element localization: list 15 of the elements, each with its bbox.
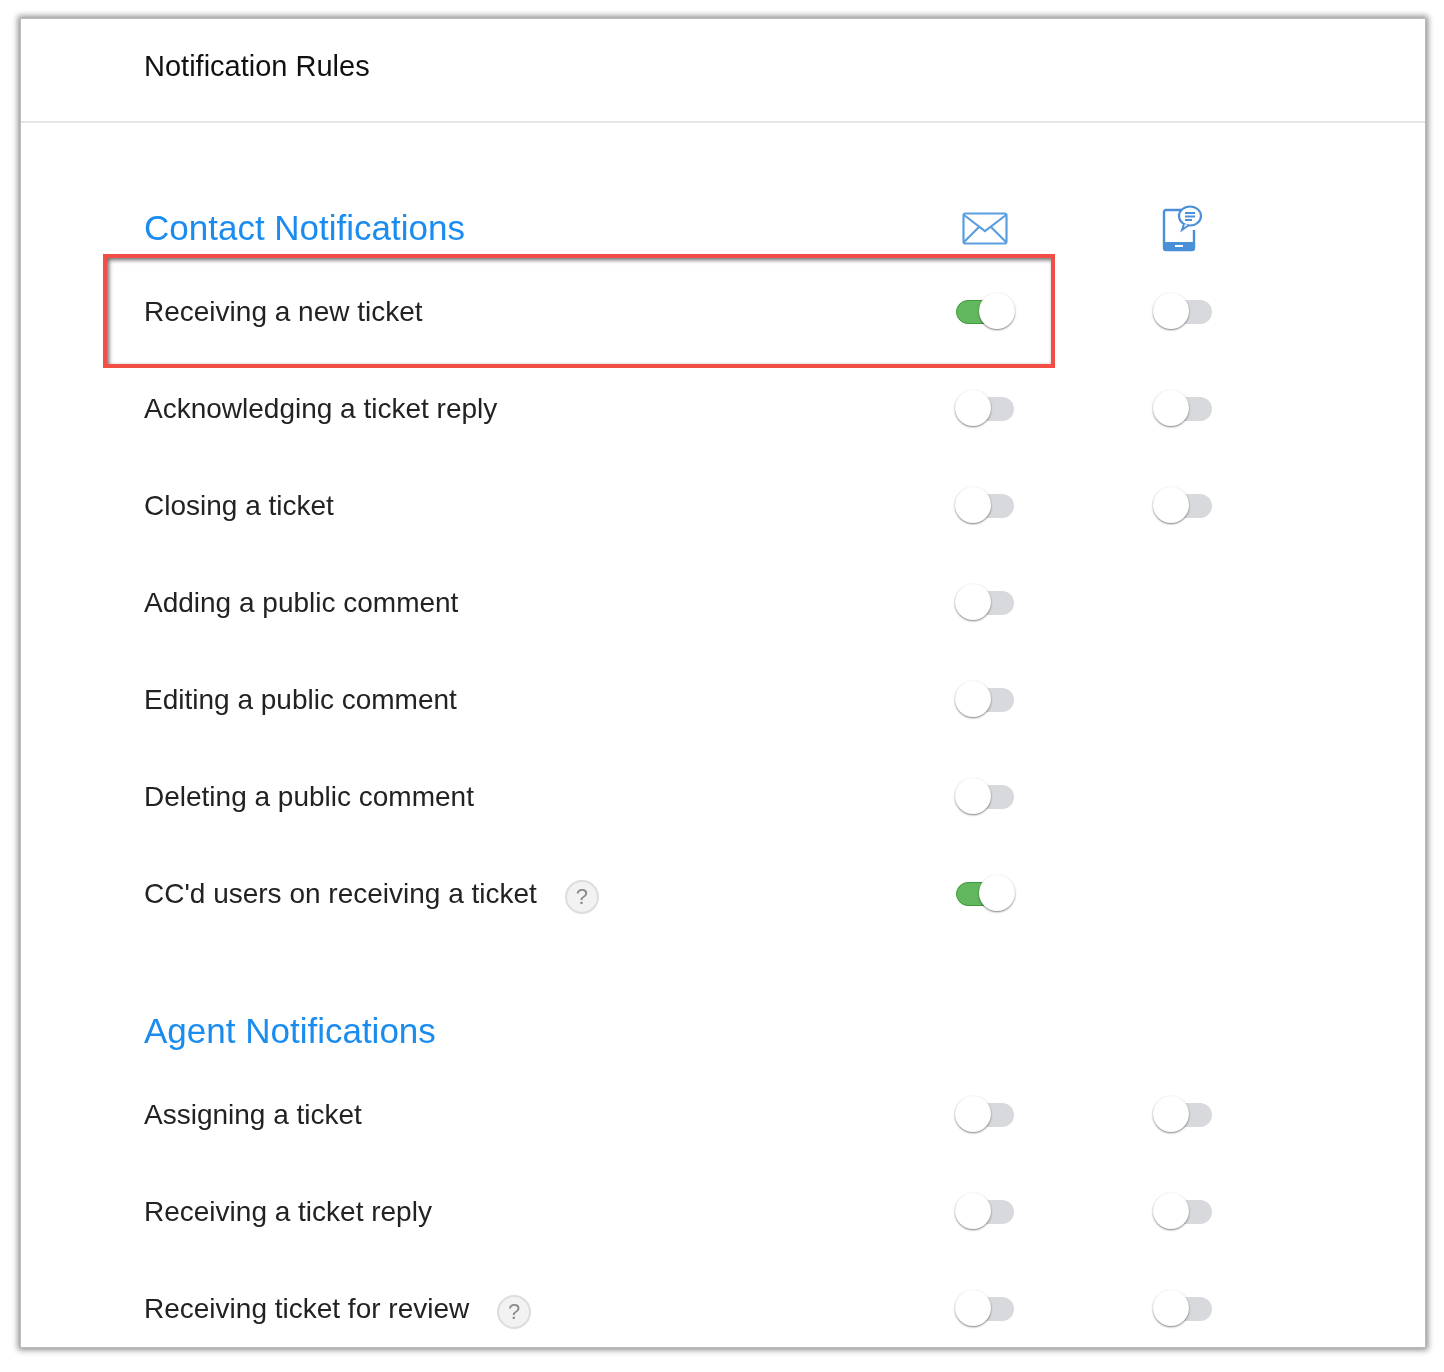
rule-label: Acknowledging a ticket reply <box>144 392 498 425</box>
section-heading: Agent Notifications <box>144 1011 436 1051</box>
rule-label: CC'd users on receiving a ticket <box>144 877 537 910</box>
rule-label: Deleting a public comment <box>144 780 474 813</box>
help-icon[interactable]: ? <box>497 1294 532 1329</box>
rule-label: Assigning a ticket <box>144 1098 362 1131</box>
rule-label: Editing a public comment <box>144 683 457 716</box>
rule-label: Closing a ticket <box>144 489 334 522</box>
page-title: Notification Rules <box>144 49 370 84</box>
rule-label: Adding a public comment <box>144 586 459 619</box>
section-heading: Contact Notifications <box>144 208 465 248</box>
rule-label: Receiving ticket for review <box>144 1292 470 1325</box>
help-icon[interactable]: ? <box>564 879 599 914</box>
rule-label: Receiving a ticket reply <box>144 1195 432 1228</box>
rule-label: Receiving a new ticket <box>144 295 423 328</box>
